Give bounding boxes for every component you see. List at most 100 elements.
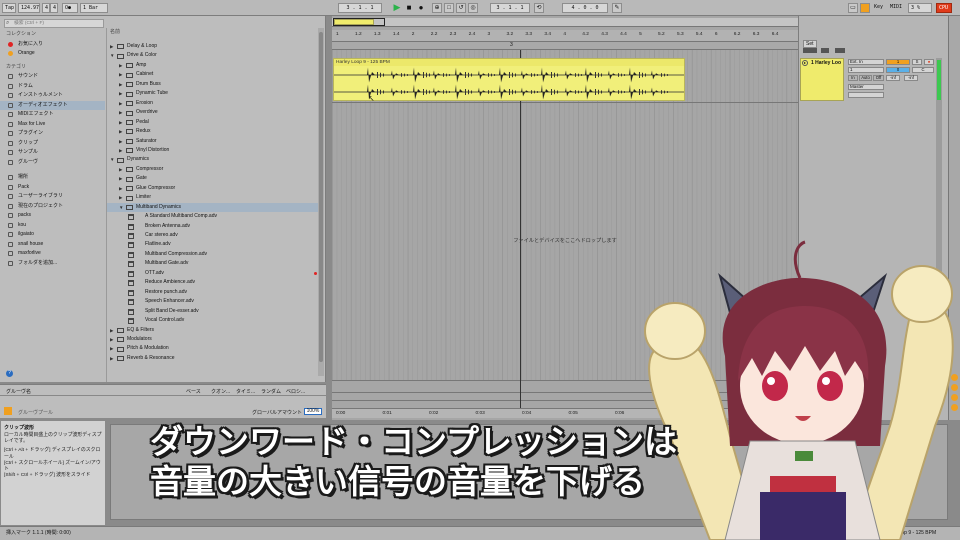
sidebar-item[interactable]: インストゥルメント bbox=[8, 91, 104, 100]
chevron-right-icon[interactable]: ▶ bbox=[110, 344, 113, 353]
preset-item[interactable]: Restore punch.adv bbox=[107, 288, 318, 297]
sidebar-item[interactable]: Orange bbox=[8, 49, 104, 58]
chevron-right-icon[interactable]: ▶ bbox=[119, 174, 122, 183]
groove-column-header[interactable]: タイミ... bbox=[236, 388, 255, 395]
chevron-right-icon[interactable]: ▶ bbox=[119, 146, 122, 155]
chevron-down-icon[interactable]: ▼ bbox=[119, 203, 123, 212]
sidebar-item[interactable]: Pack bbox=[8, 183, 104, 192]
preset-item[interactable]: Flatline.adv bbox=[107, 240, 318, 249]
preset-item[interactable]: Car stereo.adv bbox=[107, 231, 318, 240]
folder-item[interactable]: ▶ Glue Compressor bbox=[107, 184, 318, 193]
clip-title[interactable]: Harley Loop 9 - 125 BPM bbox=[334, 59, 684, 66]
clip-waveform[interactable] bbox=[334, 66, 684, 101]
preset-item[interactable]: Vocal Control.adv bbox=[107, 316, 318, 325]
global-amount-field[interactable]: 100% bbox=[304, 408, 322, 415]
groove-column-header[interactable]: ベロシ... bbox=[286, 388, 305, 395]
audio-clip[interactable]: Harley Loop 9 - 125 BPM bbox=[333, 58, 685, 101]
sidebar-item[interactable]: ilgaiato bbox=[8, 230, 104, 239]
arm-button[interactable]: ● bbox=[924, 59, 934, 65]
chevron-down-icon[interactable]: ▼ bbox=[110, 51, 114, 60]
sidebar-item[interactable]: サウンド bbox=[8, 72, 104, 81]
folder-item[interactable]: ▶ Drum Buss bbox=[107, 80, 318, 89]
browser-scrollbar[interactable] bbox=[318, 28, 324, 376]
stop-icon[interactable]: ■ bbox=[404, 3, 414, 13]
scroll-thumb[interactable] bbox=[319, 32, 323, 362]
folder-item[interactable]: ▶ Erosion bbox=[107, 99, 318, 108]
track-fold-icon[interactable]: ▸ bbox=[802, 60, 808, 66]
groove-hotswap-icon[interactable] bbox=[4, 407, 12, 415]
folder-item[interactable]: ▶ Delay & Loop bbox=[107, 42, 318, 51]
chevron-right-icon[interactable]: ▶ bbox=[110, 354, 113, 363]
folder-item[interactable]: ▶ EQ & Filters bbox=[107, 326, 318, 335]
track-name[interactable]: 1 Harley Loo bbox=[811, 60, 841, 66]
folder-item[interactable]: ▼ Drive & Color bbox=[107, 51, 318, 60]
preset-item[interactable]: Multiband Gate.adv bbox=[107, 259, 318, 268]
key-map-icon[interactable] bbox=[860, 3, 870, 13]
folder-item[interactable]: ▼ Multiband Dynamics bbox=[107, 202, 318, 213]
output-channel-select[interactable] bbox=[848, 92, 884, 98]
overdub-icon[interactable]: ⊕ bbox=[432, 3, 442, 13]
preset-item[interactable]: Speech Enhancer.adv bbox=[107, 297, 318, 306]
sidebar-item[interactable]: フォルダを追加... bbox=[8, 259, 104, 268]
chevron-right-icon[interactable]: ▶ bbox=[119, 108, 122, 117]
send-a-field[interactable]: -inf bbox=[886, 75, 900, 81]
record-icon[interactable]: ● bbox=[416, 3, 426, 13]
chevron-right-icon[interactable]: ▶ bbox=[110, 335, 113, 344]
capture-icon[interactable]: ◎ bbox=[468, 3, 478, 13]
loop-start-field[interactable]: 3 . 1 . 1 bbox=[490, 3, 530, 13]
arrangement-toggle-icon[interactable] bbox=[803, 48, 817, 53]
computer-keyboard-icon[interactable]: ▭ bbox=[848, 3, 858, 13]
folder-item[interactable]: ▶ Overdrive bbox=[107, 108, 318, 117]
sidebar-item[interactable]: 現在のプロジェクト bbox=[8, 202, 104, 211]
metronome-button[interactable]: O● bbox=[62, 3, 78, 13]
sidebar-item[interactable]: kou bbox=[8, 221, 104, 230]
pan-field[interactable]: C bbox=[912, 67, 934, 73]
preset-item[interactable]: A Standard Multiband Comp.adv bbox=[107, 212, 318, 221]
chevron-right-icon[interactable]: ▶ bbox=[110, 42, 113, 51]
chevron-right-icon[interactable]: ▶ bbox=[119, 165, 122, 174]
loop-switch-icon[interactable]: ⟲ bbox=[534, 3, 544, 13]
preset-item[interactable]: Split Band De-esser.adv bbox=[107, 307, 318, 316]
folder-item[interactable]: ▶ Dynamic Tube bbox=[107, 89, 318, 98]
output-select[interactable]: Master bbox=[848, 84, 884, 90]
folder-item[interactable]: ▶ Cabinet bbox=[107, 70, 318, 79]
folder-item[interactable]: ▶ Modulators bbox=[107, 335, 318, 344]
folder-item[interactable]: ▶ Amp bbox=[107, 61, 318, 70]
track-activator-button[interactable]: 1 bbox=[886, 59, 910, 65]
sidebar-item[interactable]: MIDIエフェクト bbox=[8, 110, 104, 119]
loop-marker[interactable]: 3 bbox=[510, 42, 513, 48]
folder-item[interactable]: ▶ Compressor bbox=[107, 165, 318, 174]
chevron-right-icon[interactable]: ▶ bbox=[119, 184, 122, 193]
chevron-right-icon[interactable]: ▶ bbox=[119, 99, 122, 108]
folder-item[interactable]: ▶ Reverb & Resonance bbox=[107, 354, 318, 363]
sidebar-item[interactable]: グルーヴ bbox=[8, 158, 104, 167]
play-icon[interactable]: ▶ bbox=[392, 3, 402, 13]
sidebar-item[interactable]: プラグイン bbox=[8, 129, 104, 138]
tempo-field[interactable]: 124.97 bbox=[18, 3, 40, 13]
groove-column-header[interactable]: ランダム bbox=[261, 388, 281, 395]
chevron-right-icon[interactable]: ▶ bbox=[119, 80, 122, 89]
folder-item[interactable]: ▶ Vinyl Distortion bbox=[107, 146, 318, 155]
sidebar-item[interactable]: maxforlive bbox=[8, 249, 104, 258]
quantize-menu[interactable]: 1 Bar bbox=[80, 3, 108, 13]
groove-column-header[interactable]: ベース bbox=[186, 388, 201, 395]
folder-item[interactable]: ▶ Saturator bbox=[107, 137, 318, 146]
preset-item[interactable]: Broken Antenna.adv bbox=[107, 222, 318, 231]
search-input[interactable]: ⌕ 検索 (Ctrl + F) bbox=[4, 19, 104, 28]
sidebar-item[interactable]: 場所 bbox=[8, 173, 104, 182]
tap-button[interactable]: Tap bbox=[2, 3, 16, 13]
mixer-toggle-icon[interactable] bbox=[835, 48, 845, 53]
folder-item[interactable]: ▶ Pedal bbox=[107, 118, 318, 127]
monitor-in-button[interactable]: In bbox=[848, 75, 858, 81]
preset-item[interactable]: Multiband Compression.adv bbox=[107, 250, 318, 259]
chevron-right-icon[interactable]: ▶ bbox=[119, 70, 122, 79]
midi-label[interactable]: MIDI bbox=[888, 3, 906, 13]
sidebar-item[interactable]: snail house bbox=[8, 240, 104, 249]
key-label[interactable]: Key bbox=[872, 3, 886, 13]
beat-time-ruler[interactable]: 1 1.2 1.3 1.4 2 2.2 2.3 2.4 3 3.2 3.3 3.4 4 4.2 4.3 4.4… bbox=[332, 30, 798, 42]
chevron-right-icon[interactable]: ▶ bbox=[119, 118, 122, 127]
arrangement-position[interactable]: 3 . 1 . 1 bbox=[338, 3, 382, 13]
arrangement-overview[interactable] bbox=[332, 18, 798, 27]
sidebar-item[interactable]: サンプル bbox=[8, 148, 104, 157]
chevron-right-icon[interactable]: ▶ bbox=[119, 193, 122, 202]
